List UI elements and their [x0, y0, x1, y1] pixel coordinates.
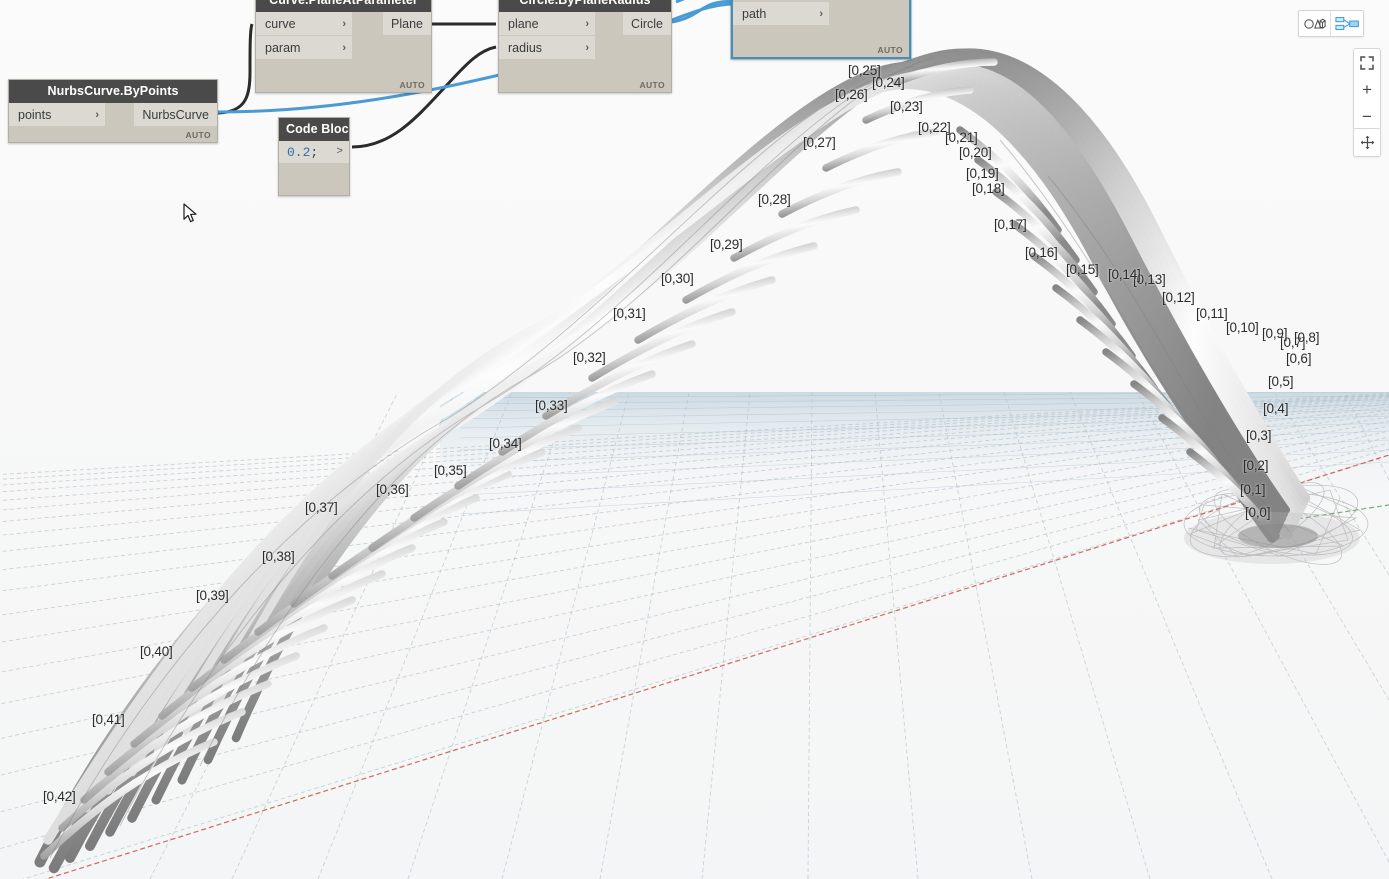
wire-nurbs-to-curve — [217, 23, 254, 115]
input-port-curve[interactable]: curve › — [256, 12, 352, 35]
port-row: radius › — [499, 36, 671, 59]
port-spacer — [829, 2, 909, 25]
zoom-out-button[interactable]: − — [1354, 103, 1380, 130]
port-label: radius — [508, 40, 543, 55]
port-label: Plane — [391, 16, 423, 31]
input-port-radius[interactable]: radius › — [499, 36, 595, 59]
input-port-plane[interactable]: plane › — [499, 12, 595, 35]
node-body: 0.2; > — [279, 141, 349, 195]
code-expression: 0.2; — [287, 145, 318, 160]
port-label: Circle — [631, 16, 663, 31]
node-circle-byplaneradius[interactable]: Circle.ByPlaneRadius plane › Circle radi… — [498, 0, 672, 93]
code-value: 0.2 — [287, 144, 311, 160]
chevron-right-icon: › — [342, 41, 346, 54]
geometry-shapes-icon — [1303, 18, 1326, 29]
node-graph-overlay[interactable]: NurbsCurve.ByPoints points › NurbsCurve … — [0, 0, 1389, 879]
chevron-right-icon: › — [585, 17, 589, 30]
node-status-badge: AUTO — [399, 80, 425, 90]
chevron-right-icon: › — [819, 7, 823, 20]
port-row: path › — [733, 2, 909, 25]
node-code-block[interactable]: Code Block 0.2; > — [278, 117, 350, 196]
port-label: NurbsCurve — [142, 107, 209, 122]
node-body: path › AUTO — [733, 0, 909, 57]
code-terminator: ; — [310, 144, 319, 160]
port-row: plane › Circle — [499, 12, 671, 35]
background-preview-toggle-button[interactable] — [1299, 11, 1331, 36]
zoom-in-button[interactable]: + — [1354, 76, 1380, 103]
graph-view-toggle-button[interactable] — [1331, 11, 1363, 36]
chevron-right-icon: › — [585, 41, 589, 54]
port-label: path — [742, 6, 767, 21]
node-graph-icon — [1335, 16, 1359, 30]
zoom-to-fit-button[interactable] — [1354, 49, 1380, 76]
node-status-badge: AUTO — [185, 130, 211, 140]
port-spacer — [595, 12, 623, 35]
node-body: plane › Circle radius › AUTO — [499, 12, 671, 92]
node-body: points › NurbsCurve AUTO — [9, 103, 217, 142]
move-arrows-icon — [1360, 135, 1374, 150]
node-body: curve › Plane param › AUTO — [256, 12, 431, 92]
chevron-right-icon: › — [95, 108, 99, 121]
expand-corners-icon — [1360, 55, 1374, 70]
port-spacer — [352, 36, 431, 59]
node-title: NurbsCurve.ByPoints — [9, 80, 217, 103]
output-port-chevron-icon[interactable]: > — [336, 146, 343, 158]
pan-button[interactable] — [1354, 129, 1380, 156]
node-title: Curve.PlaneAtParameter — [256, 0, 431, 12]
plus-icon: + — [1362, 80, 1372, 99]
input-port-path[interactable]: path › — [733, 2, 829, 25]
minus-icon: − — [1362, 107, 1372, 126]
port-spacer — [105, 103, 134, 126]
node-status-badge: AUTO — [877, 45, 903, 55]
input-port-param[interactable]: param › — [256, 36, 352, 59]
port-label: points — [18, 107, 52, 122]
port-spacer — [352, 12, 383, 35]
port-label: plane — [508, 16, 539, 31]
output-port-circle[interactable]: Circle — [623, 12, 671, 35]
chevron-right-icon: › — [342, 17, 346, 30]
port-row: param › — [256, 36, 431, 59]
node-status-badge: AUTO — [639, 80, 665, 90]
wire-upper-fragment — [675, 0, 685, 4]
navigation-zoom-group[interactable]: + − — [1353, 48, 1381, 131]
node-path-selected[interactable]: path › AUTO — [731, 0, 911, 59]
port-row: curve › Plane — [256, 12, 431, 35]
port-spacer — [595, 36, 671, 59]
node-title: Code Block — [279, 118, 349, 141]
output-port-plane[interactable]: Plane — [383, 12, 431, 35]
port-label: param — [265, 40, 301, 55]
node-nurbscurve-bypoints[interactable]: NurbsCurve.ByPoints points › NurbsCurve … — [8, 79, 218, 143]
navigation-pan-group[interactable] — [1353, 128, 1381, 157]
node-curve-planeatparameter[interactable]: Curve.PlaneAtParameter curve › Plane par… — [255, 0, 432, 93]
view-toggle-group[interactable] — [1298, 10, 1364, 37]
input-port-points[interactable]: points › — [9, 103, 105, 126]
code-block-editor[interactable]: 0.2; > — [279, 141, 349, 163]
port-label: curve — [265, 16, 296, 31]
node-title: Circle.ByPlaneRadius — [499, 0, 671, 12]
port-row: points › NurbsCurve — [9, 103, 217, 126]
output-port-nurbscurve[interactable]: NurbsCurve — [134, 103, 217, 126]
